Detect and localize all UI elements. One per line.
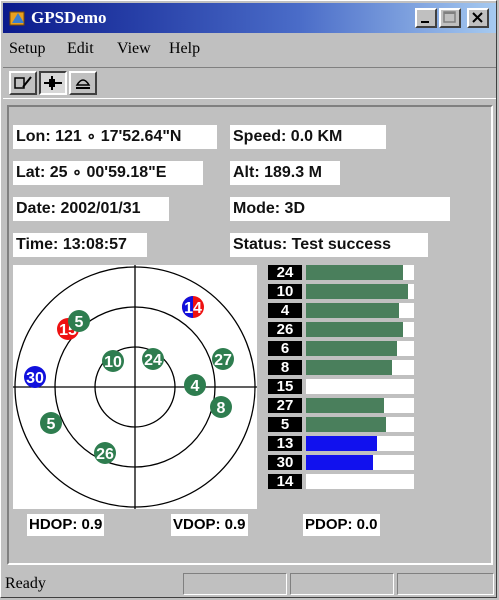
satellite-8: 8 xyxy=(210,396,232,418)
satellite-label: 4 xyxy=(191,378,200,395)
signal-sat-id: 13 xyxy=(268,436,302,451)
satellite-30: 30 xyxy=(24,366,46,388)
signal-bar-track xyxy=(306,322,414,337)
satellite-10: 10 xyxy=(102,350,124,372)
satellite-label: 5 xyxy=(47,416,56,433)
close-icon xyxy=(472,12,483,23)
satellite-26: 26 xyxy=(94,442,116,464)
satellite-label: 24 xyxy=(144,352,162,369)
speed-field: Speed: 0.0 KM xyxy=(230,125,386,149)
altitude-field: Alt: 189.3 M xyxy=(230,161,340,185)
signal-sat-id: 4 xyxy=(268,303,302,318)
status-field: Status: Test success xyxy=(230,233,428,257)
app-icon xyxy=(9,11,25,26)
signal-bar-track xyxy=(306,303,414,318)
title-bar[interactable]: GPSDemo xyxy=(3,3,496,33)
menu-bar: Setup Edit View Help xyxy=(3,37,496,63)
signal-bar-fill xyxy=(306,436,378,451)
satellite-5: 5 xyxy=(68,310,90,332)
status-pane-2 xyxy=(290,573,394,595)
menu-edit[interactable]: Edit xyxy=(67,40,94,58)
signal-bar-track xyxy=(306,341,414,356)
close-button[interactable] xyxy=(467,8,489,28)
signal-sat-id: 26 xyxy=(268,322,302,337)
edit-settings-icon xyxy=(14,76,32,89)
longitude-field: Lon: 121 ∘ 17'52.64"N xyxy=(13,125,217,149)
time-field: Time: 13:08:57 xyxy=(13,233,147,257)
signal-bar-fill xyxy=(306,303,399,318)
menu-setup[interactable]: Setup xyxy=(9,40,45,58)
signal-sat-id: 24 xyxy=(268,265,302,280)
satellite-label: 5 xyxy=(75,314,84,331)
signal-bar-track xyxy=(306,265,414,280)
satellite-label: 30 xyxy=(26,370,44,387)
connect-tool-button[interactable] xyxy=(39,71,67,95)
menu-view[interactable]: View xyxy=(117,40,151,58)
signal-strength-chart: 24 10 4 26 6 8 15 27 5 13 30 14 xyxy=(266,265,416,495)
disconnect-tool-button[interactable] xyxy=(69,71,97,95)
satellite-label: 14 xyxy=(184,300,202,317)
window-title: GPSDemo xyxy=(31,8,107,27)
signal-sat-id: 8 xyxy=(268,360,302,375)
signal-bar-track xyxy=(306,455,414,470)
date-field: Date: 2002/01/31 xyxy=(13,197,169,221)
signal-bar-fill xyxy=(306,265,404,280)
latitude-field: Lat: 25 ∘ 00'59.18"E xyxy=(13,161,203,185)
signal-bar-track xyxy=(306,398,414,413)
menu-help[interactable]: Help xyxy=(169,40,200,58)
mode-field: Mode: 3D xyxy=(230,197,450,221)
satellite-label: 8 xyxy=(217,400,226,417)
signal-bar-fill xyxy=(306,360,393,375)
signal-sat-id: 30 xyxy=(268,455,302,470)
signal-bar-track xyxy=(306,417,414,432)
satellite-label: 10 xyxy=(104,354,122,371)
signal-bar-fill xyxy=(306,455,373,470)
signal-sat-id: 6 xyxy=(268,341,302,356)
signal-bar-track xyxy=(306,474,414,489)
app-window: GPSDemo Setup Edit View Help Lon: 121 ∘ … xyxy=(0,0,497,598)
status-pane-3 xyxy=(397,573,494,595)
satellite-24: 24 xyxy=(142,348,164,370)
signal-sat-id: 10 xyxy=(268,284,302,299)
satellite-14: 14 xyxy=(182,296,204,318)
pdop-field: PDOP: 0.0 xyxy=(303,514,380,536)
signal-bar-track xyxy=(306,360,414,375)
signal-bar-fill xyxy=(306,341,397,356)
signal-bar-fill xyxy=(306,417,386,432)
satellite-skyplot: 141553010 24 2748526 xyxy=(13,265,257,509)
hdop-field: HDOP: 0.9 xyxy=(27,514,105,536)
signal-bar-track xyxy=(306,379,414,394)
setup-tool-button[interactable] xyxy=(9,71,37,95)
signal-sat-id: 27 xyxy=(268,398,302,413)
satellite-4: 4 xyxy=(184,374,206,396)
signal-bar-fill xyxy=(306,322,404,337)
maximize-button[interactable] xyxy=(439,8,461,28)
satellite-label: 26 xyxy=(96,446,114,463)
signal-bar-track xyxy=(306,284,414,299)
satellite-label: 27 xyxy=(214,352,232,369)
status-pane-1 xyxy=(183,573,287,595)
signal-bar-fill xyxy=(306,398,384,413)
eject-icon xyxy=(75,79,91,89)
status-bar: Ready xyxy=(3,571,496,597)
satellite-5: 5 xyxy=(40,412,62,434)
satellite-27: 27 xyxy=(212,348,234,370)
vdop-field: VDOP: 0.9 xyxy=(171,514,248,536)
signal-sat-id: 15 xyxy=(268,379,302,394)
signal-sat-id: 5 xyxy=(268,417,302,432)
signal-bar-track xyxy=(306,436,414,451)
signal-sat-id: 14 xyxy=(268,474,302,489)
toolbar xyxy=(3,67,496,99)
signal-bar-fill xyxy=(306,284,408,299)
plug-connect-icon xyxy=(44,76,62,90)
minimize-icon xyxy=(421,21,429,23)
maximize-icon xyxy=(443,11,456,23)
minimize-button[interactable] xyxy=(415,8,437,28)
status-text: Ready xyxy=(5,575,46,592)
